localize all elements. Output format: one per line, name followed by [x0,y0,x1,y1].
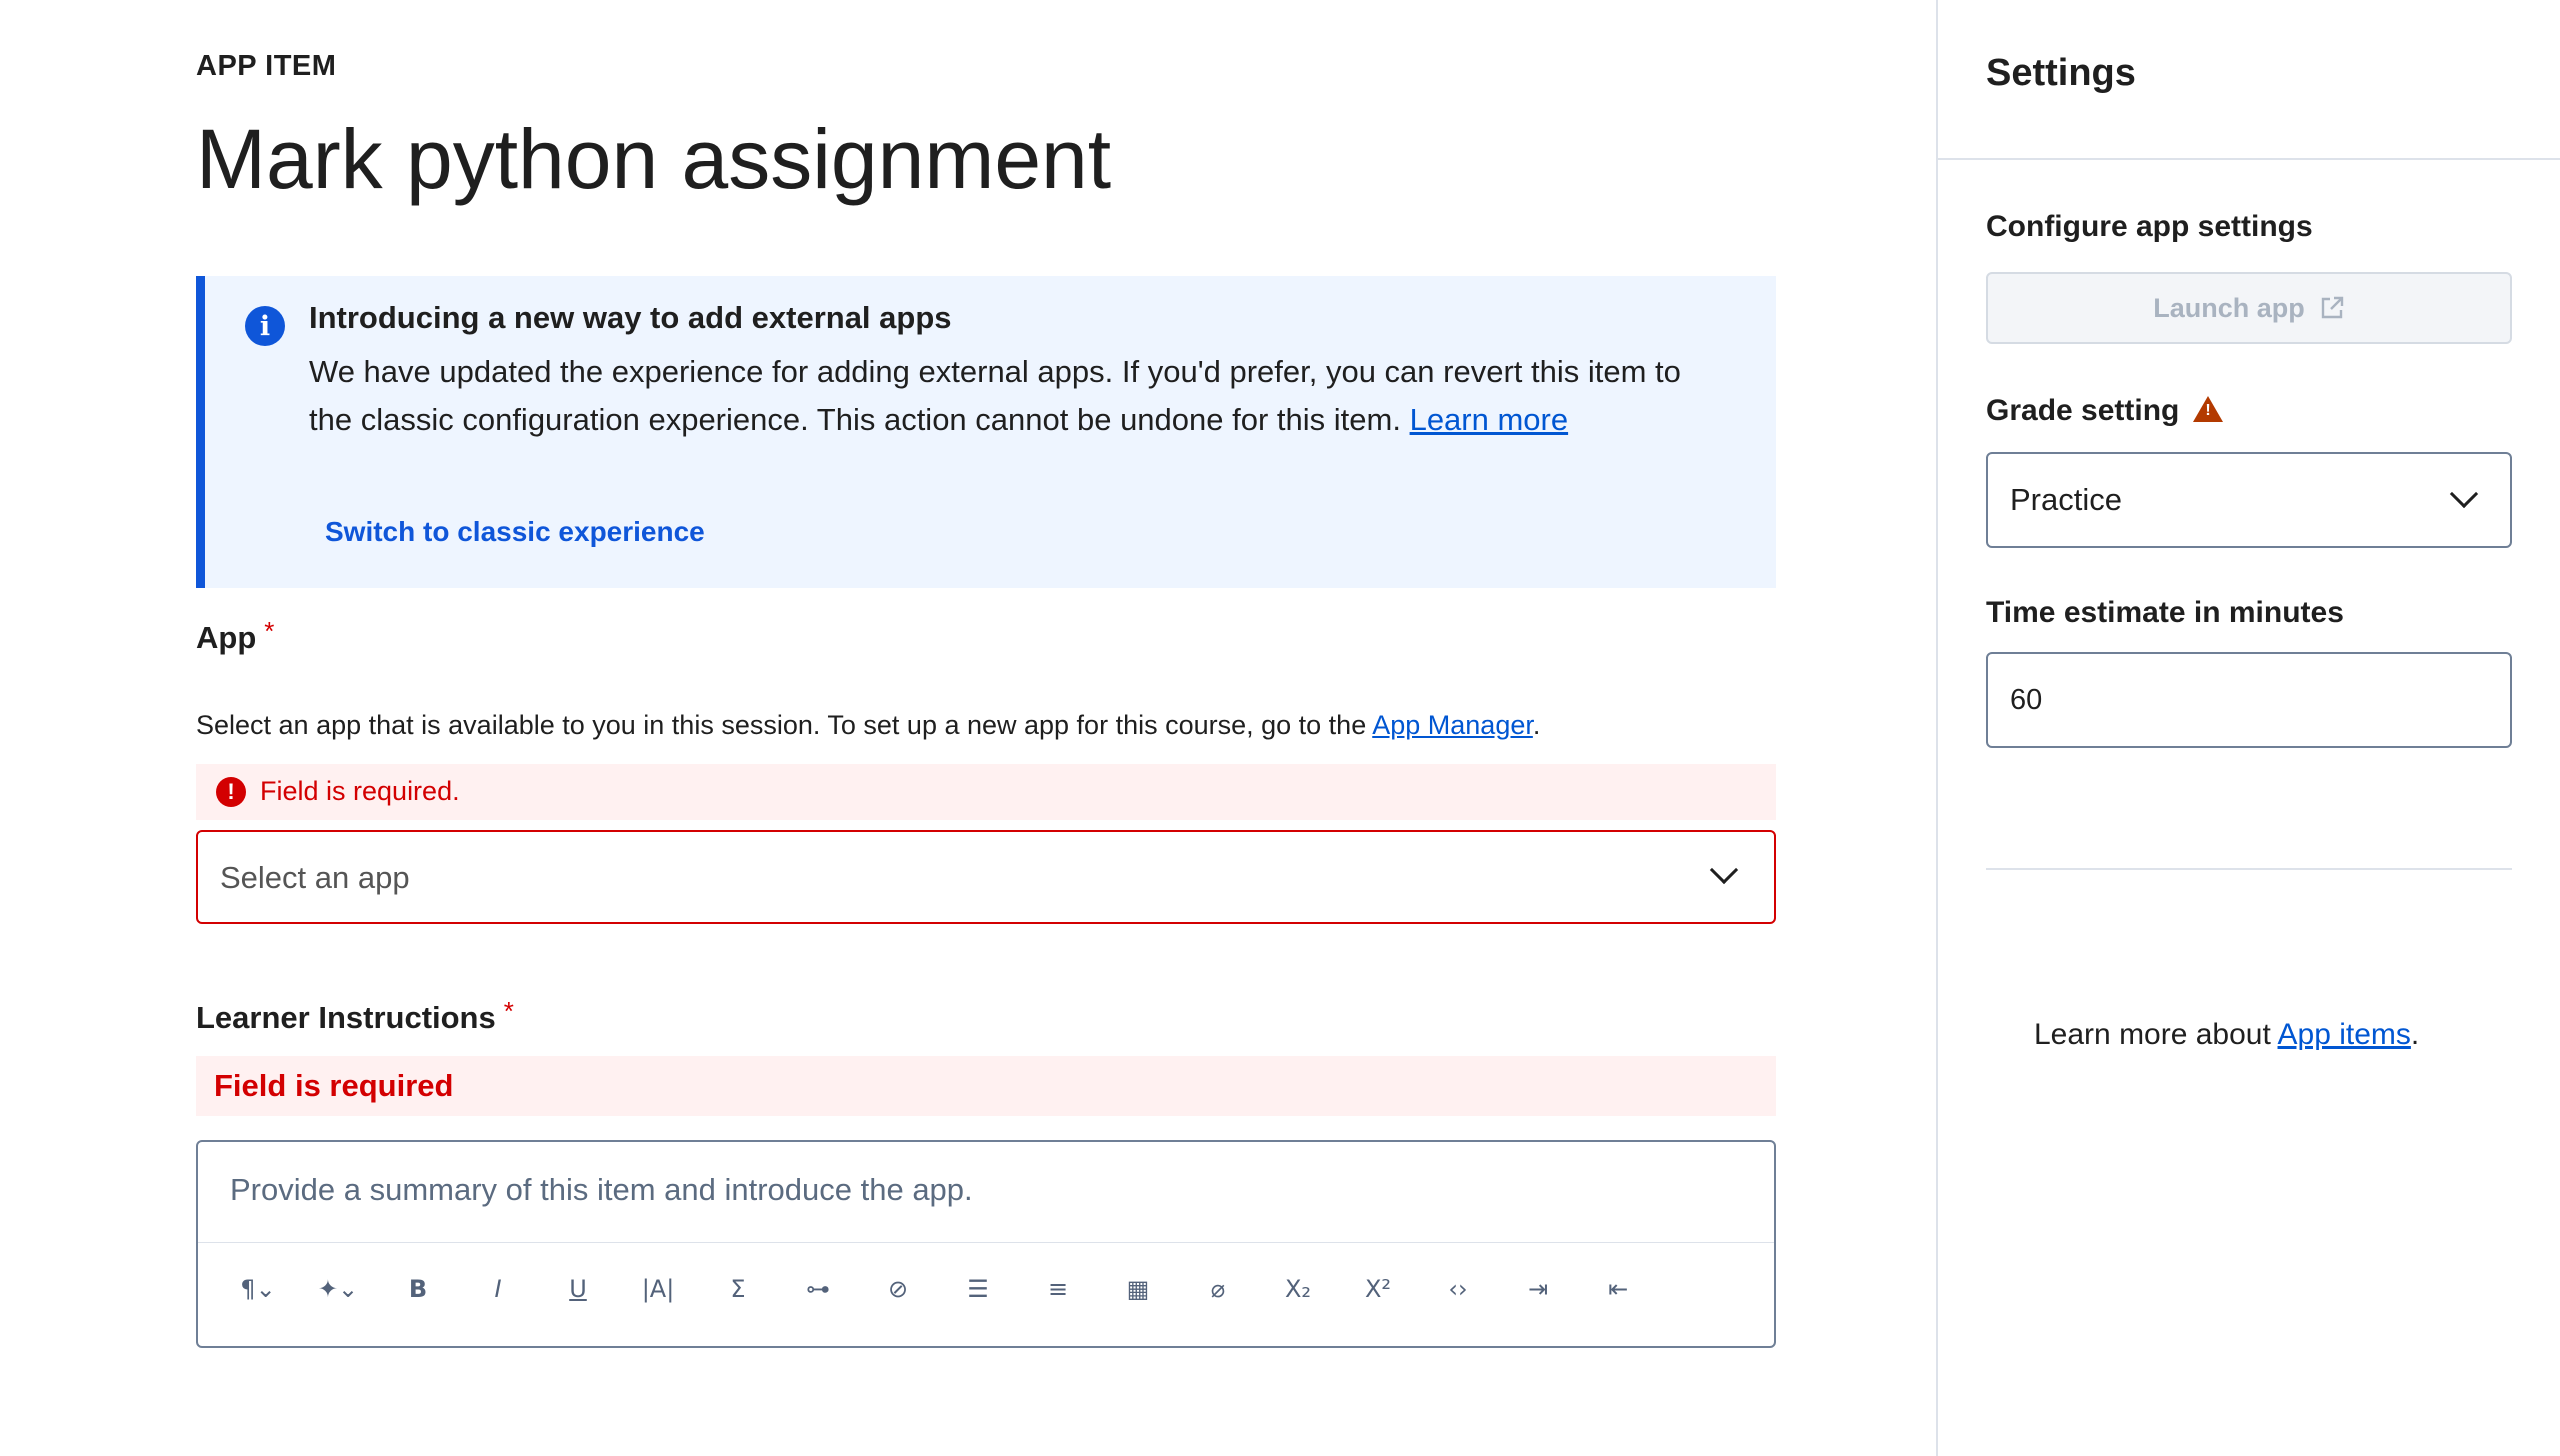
paragraph-format-icon[interactable]: ¶⌄ [218,1264,298,1314]
grade-setting-label: Grade setting [1986,394,2224,428]
settings-divider [1938,158,2560,160]
learn-more-prefix: Learn more about [2034,1018,2271,1051]
settings-sidebar: Settings Configure app settings Launch a… [1936,0,2560,1456]
grade-setting-label-text: Grade setting [1986,394,2180,427]
time-estimate-label: Time estimate in minutes [1986,596,2344,629]
outdent-icon[interactable]: ⇤ [1578,1264,1658,1314]
math-sigma-icon[interactable]: Σ [698,1264,778,1314]
app-error-text: Field is required. [260,776,460,806]
external-link-icon [2321,296,2343,319]
attachment-icon[interactable]: ⌀ [1178,1264,1258,1314]
italic-icon[interactable]: I [458,1264,538,1314]
underline-icon[interactable]: U [538,1264,618,1314]
settings-title: Settings [1986,52,2136,94]
instructions-label-text: Learner Instructions [196,1000,496,1035]
code-icon[interactable]: ‹› [1418,1264,1498,1314]
editor-divider [198,1242,1774,1243]
page-title: Mark python assignment [196,112,1112,206]
bulleted-list-icon[interactable]: ☰ [938,1264,1018,1314]
learn-more-link[interactable]: Learn more [1410,402,1569,437]
app-field-label: App * [196,616,274,656]
error-icon: ! [216,777,246,807]
app-error-message: ! Field is required. [196,764,1776,820]
text-size-icon[interactable]: |A| [618,1264,698,1314]
sidebar-divider [1986,868,2512,870]
info-icon: i [245,306,285,346]
indent-icon[interactable]: ⇥ [1498,1264,1578,1314]
launch-app-label: Launch app [2153,292,2305,323]
time-estimate-input[interactable] [1986,652,2512,748]
item-type-eyebrow: APP ITEM [196,50,337,82]
required-asterisk: * [503,996,514,1026]
select-app-dropdown[interactable]: Select an app [196,830,1776,924]
subscript-icon[interactable]: X₂ [1258,1264,1338,1314]
banner-body: We have updated the experience for addin… [309,348,1729,444]
chevron-down-icon [1709,855,1739,885]
switch-to-classic-button[interactable]: Switch to classic experience [309,508,721,556]
app-label-text: App [196,620,257,655]
learn-more-suffix: . [2410,1018,2420,1051]
bold-icon[interactable]: B [378,1264,458,1314]
ai-sparkle-icon[interactable]: ✦⌄ [298,1264,378,1314]
warning-icon [2193,396,2224,422]
grade-setting-value: Practice [2010,482,2122,517]
instructions-field-label: Learner Instructions * [196,996,514,1036]
app-helper-text: Select an app that is available to you i… [196,710,1540,741]
editor-toolbar: ¶⌄ ✦⌄ B I U |A| Σ ⊶ ⊘ ☰ ≡ ▦ ⌀ X₂ X² ‹› ⇥ ⇤ [218,1264,1658,1314]
grade-setting-select[interactable]: Practice [1986,452,2512,548]
instructions-error-message: Field is required [196,1056,1776,1116]
configure-label: Configure app settings [1986,210,2313,243]
learn-more-footer: Learn more about App items. [2034,1018,2419,1052]
app-manager-link[interactable]: App Manager [1372,710,1533,740]
required-asterisk: * [264,616,275,646]
table-icon[interactable]: ▦ [1098,1264,1178,1314]
app-helper-body: Select an app that is available to you i… [196,710,1367,740]
info-banner: i Introducing a new way to add external … [196,276,1776,588]
launch-app-button[interactable]: Launch app [1986,272,2512,344]
app-items-link[interactable]: App items [2278,1018,2411,1051]
select-app-placeholder: Select an app [220,860,410,895]
link-icon[interactable]: ⊶ [778,1264,858,1314]
instructions-placeholder: Provide a summary of this item and intro… [230,1172,973,1207]
numbered-list-icon[interactable]: ≡ [1018,1264,1098,1314]
app-helper-end: . [1532,710,1541,740]
instructions-editor[interactable]: Provide a summary of this item and intro… [196,1140,1776,1348]
superscript-icon[interactable]: X² [1338,1264,1418,1314]
unlink-icon[interactable]: ⊘ [858,1264,938,1314]
banner-title: Introducing a new way to add external ap… [309,300,952,335]
instructions-error-text: Field is required [214,1068,454,1103]
chevron-down-icon [2449,479,2479,509]
